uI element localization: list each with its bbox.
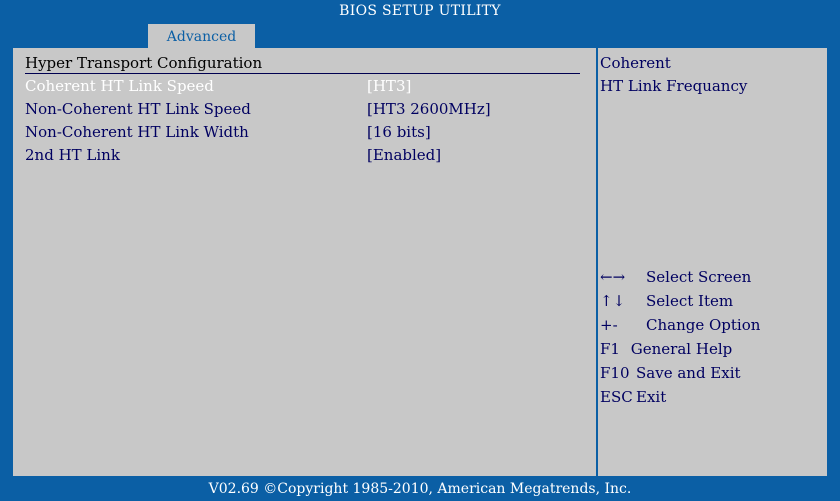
key-legend-item: ESC Exit [600, 388, 820, 410]
key-action: General Help [630, 340, 733, 358]
help-pane: Coherent HT Link Frequancy ←→ Select Scre… [599, 48, 827, 476]
setting-label: Coherent HT Link Speed [25, 77, 214, 95]
key-action: Select Item [646, 292, 734, 310]
setting-row-non-coherent-ht-link-speed[interactable]: Non-Coherent HT Link Speed [HT3 2600MHz] [13, 100, 595, 122]
key-label: F10 [600, 364, 630, 382]
arrows-left-right-icon: ←→ [600, 268, 626, 286]
setting-value[interactable]: [Enabled] [367, 146, 441, 164]
setting-value[interactable]: [HT3 2600MHz] [367, 100, 491, 118]
key-legend-item: F1 General Help [600, 340, 820, 362]
key-action: Change Option [646, 316, 761, 334]
section-divider [25, 73, 580, 74]
key-legend-item: F10 Save and Exit [600, 364, 820, 386]
key-action: Exit [636, 388, 667, 406]
setting-label: Non-Coherent HT Link Width [25, 123, 249, 141]
key-legend-item: +- Change Option [600, 316, 820, 338]
section-title: Hyper Transport Configuration [25, 54, 263, 72]
main-frame: Hyper Transport Configuration Coherent H… [13, 48, 827, 476]
window-title: BIOS SETUP UTILITY [339, 3, 501, 19]
key-legend-item: ←→ Select Screen [600, 268, 820, 290]
key-action: Select Screen [646, 268, 752, 286]
help-text-line-2: HT Link Frequancy [600, 77, 748, 95]
arrows-up-down-icon: ↑↓ [600, 292, 626, 310]
key-legend-item: ↑↓ Select Item [600, 292, 820, 314]
settings-pane: Hyper Transport Configuration Coherent H… [13, 48, 595, 476]
setting-value[interactable]: [16 bits] [367, 123, 431, 141]
setting-value[interactable]: [HT3] [367, 77, 411, 95]
key-label: ESC [600, 388, 633, 406]
setting-row-2nd-ht-link[interactable]: 2nd HT Link [Enabled] [13, 146, 595, 168]
key-label: F1 [600, 340, 620, 358]
copyright-footer: V02.69 ©Copyright 1985-2010, American Me… [208, 481, 632, 497]
key-action: Save and Exit [636, 364, 741, 382]
key-label: +- [600, 316, 618, 334]
setting-row-non-coherent-ht-link-width[interactable]: Non-Coherent HT Link Width [16 bits] [13, 123, 595, 145]
setting-label: 2nd HT Link [25, 146, 120, 164]
tab-advanced[interactable]: Advanced [148, 24, 255, 48]
help-text-line-1: Coherent [600, 54, 671, 72]
setting-label: Non-Coherent HT Link Speed [25, 100, 251, 118]
pane-divider [596, 48, 598, 476]
setting-row-coherent-ht-link-speed[interactable]: Coherent HT Link Speed [HT3] [13, 77, 595, 99]
